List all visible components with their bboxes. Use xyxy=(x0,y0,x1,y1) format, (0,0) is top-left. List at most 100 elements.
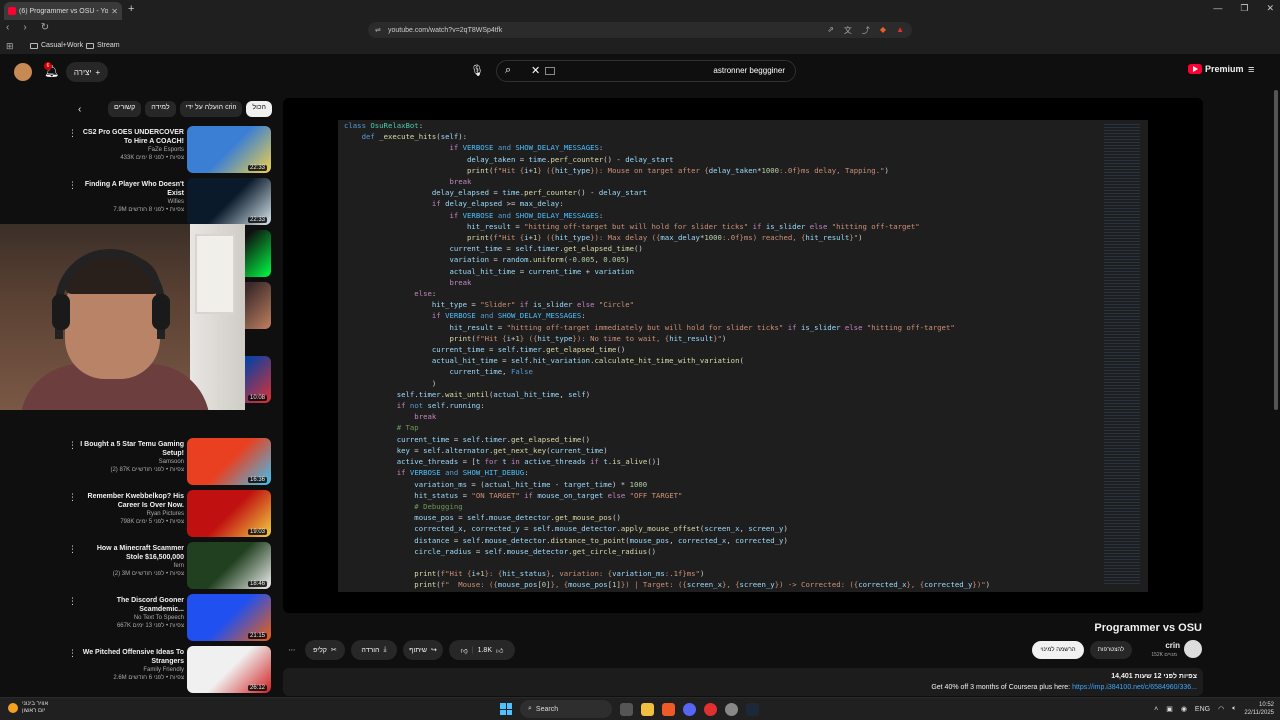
share-icon[interactable]: ⤴ xyxy=(862,25,870,36)
browser-tab[interactable]: (6) Programmer vs OSU - You ✕ xyxy=(4,2,122,20)
maximize-icon[interactable]: ❐ xyxy=(1240,3,1248,14)
clip-button[interactable]: קליפ ✂ xyxy=(305,640,345,660)
recommendation-item[interactable]: 26:12 ⋮ We Pitched Offensive Ideas To Stra… xyxy=(60,642,275,693)
recommendation-item[interactable]: 19:03 ⋮ Remember Kwebbelkop? His Career Is… xyxy=(60,486,275,537)
clock[interactable]: 10:52 22/11/2025 xyxy=(1244,701,1274,717)
shield-icon[interactable]: ◆ xyxy=(880,25,886,36)
search-input[interactable]: astronner beggginer xyxy=(713,66,785,75)
video-thumbnail[interactable]: 21:15 xyxy=(187,594,271,641)
more-options-icon[interactable]: ⋮ xyxy=(68,440,77,451)
avatar[interactable] xyxy=(14,63,32,81)
warning-icon[interactable]: ▲ xyxy=(896,25,904,36)
more-options-icon[interactable]: ⋮ xyxy=(68,648,77,659)
steam-icon[interactable] xyxy=(746,702,759,716)
bookmark-folder-casual[interactable]: Casual+Work xyxy=(30,42,83,49)
create-button[interactable]: יצירה + xyxy=(66,62,108,82)
recommendation-item[interactable]: 22:33 ⋮ Finding A Player Who Doesn't Exist… xyxy=(60,174,275,225)
video-thumbnail[interactable]: 19:03 xyxy=(187,490,271,537)
channel-name: FaZe Esports xyxy=(147,147,184,153)
more-options-icon[interactable]: ⋮ xyxy=(68,596,77,607)
dislike-icon[interactable]: 👎︎ xyxy=(461,646,468,655)
chip-all[interactable]: הכול xyxy=(246,101,272,117)
more-options-icon[interactable]: ⋮ xyxy=(68,180,77,191)
close-window-icon[interactable]: ✕ xyxy=(1266,3,1274,14)
video-thumbnail[interactable]: 18:46 xyxy=(187,542,271,589)
taskbar-search[interactable]: ⌕ Search xyxy=(520,700,612,718)
speaker-icon[interactable]: 🔈︎ xyxy=(1232,705,1236,713)
close-tab-icon[interactable]: ✕ xyxy=(111,7,118,16)
chip-from-channel[interactable]: הועלה על ידי crin xyxy=(179,101,243,117)
search-box[interactable]: ⌕ ✕ astronner beggginer xyxy=(496,60,796,82)
translate-icon[interactable]: 文 xyxy=(844,25,852,36)
more-options-icon[interactable]: ⋮ xyxy=(68,544,77,555)
file-explorer-icon[interactable] xyxy=(641,702,654,716)
webcam-overlay xyxy=(0,224,245,410)
youtube-header: 🔔︎ 6 יצירה + 🎙︎ ⌕ ✕ astronner beggginer … xyxy=(0,54,1280,90)
download-button[interactable]: הורדה ⤓ xyxy=(351,640,397,660)
tray-chevron-icon[interactable]: ˄ xyxy=(1154,706,1158,713)
clear-icon[interactable]: ✕ xyxy=(531,64,540,77)
recommendation-item[interactable]: 21:15 ⋮ The Discord Gooner Scamdemic... No … xyxy=(60,590,275,641)
video-meta: 2.6M צפיות • לפני 6 חודשים xyxy=(113,675,184,681)
description-box[interactable]: 14,401 צפיות לפני 12 שעות Get 40% off 3 … xyxy=(283,668,1203,696)
task-view-icon[interactable] xyxy=(620,702,633,716)
description-link[interactable]: https://imp.i384100.net/c/6584960/336... xyxy=(1072,684,1197,691)
youtube-favicon-icon xyxy=(8,7,16,15)
search-icon[interactable]: ⌕ xyxy=(505,64,511,77)
video-thumbnail[interactable]: 26:12 xyxy=(187,646,271,693)
url-actions: ⇗ 文 ⤴ ◆ ▲ xyxy=(827,25,904,36)
more-actions-button[interactable]: ⋯ xyxy=(283,640,301,660)
chip-learning[interactable]: למידה xyxy=(145,101,176,117)
chip-related[interactable]: קשורים xyxy=(108,101,142,117)
video-player[interactable]: class OsuRelaxBot: def _execute_hits(sel… xyxy=(283,98,1203,613)
minimize-icon[interactable]: — xyxy=(1213,3,1222,14)
video-title: Finding A Player Who Doesn't Exist xyxy=(84,181,184,197)
share-button[interactable]: שיתוף ↪ xyxy=(403,640,443,660)
site-info-icon[interactable]: ⇌ xyxy=(375,26,381,34)
lang-indicator[interactable]: ENG xyxy=(1195,706,1210,713)
like-icon[interactable]: 👍︎ xyxy=(496,646,503,655)
app-icon[interactable] xyxy=(704,702,717,716)
windows-taskbar: אוויר בינוני יום ראשון ⌕ Search ˄ ▣ ◉ ENG … xyxy=(0,697,1280,720)
bookmark-folder-stream[interactable]: Stream xyxy=(86,42,120,49)
join-button[interactable]: להצטרפות xyxy=(1090,641,1132,659)
url-text: youtube.com/watch?v=2qT8WSp4tfk xyxy=(388,26,503,34)
tray-app-icon[interactable]: ◉ xyxy=(1181,705,1187,713)
forward-icon[interactable]: › xyxy=(23,22,26,33)
video-thumbnail[interactable]: 16:36 xyxy=(187,438,271,485)
page-scrollbar[interactable] xyxy=(1274,90,1278,410)
video-thumbnail[interactable]: 22:33 xyxy=(187,178,271,225)
discord-icon[interactable] xyxy=(683,702,696,716)
guide-menu-icon[interactable]: ≡ xyxy=(1248,64,1254,76)
reload-icon[interactable]: ↻ xyxy=(41,22,49,33)
new-tab-icon[interactable]: + xyxy=(128,3,134,15)
recommendation-item[interactable]: 22:33 ⋮ CS2 Pro GOES UNDERCOVER To Hire A … xyxy=(60,122,275,173)
window-controls: — ❐ ✕ xyxy=(1213,3,1274,14)
channel-avatar[interactable] xyxy=(1184,640,1202,658)
brave-browser-icon[interactable] xyxy=(662,702,675,716)
video-thumbnail[interactable]: 22:33 xyxy=(187,126,271,173)
more-options-icon[interactable]: ⋮ xyxy=(68,128,77,139)
apps-icon[interactable]: ⊞ xyxy=(6,41,14,52)
more-options-icon[interactable]: ⋮ xyxy=(68,492,77,503)
browser-titlebar: (6) Programmer vs OSU - You ✕ + — ❐ ✕ xyxy=(0,0,1280,20)
back-icon[interactable]: ‹ xyxy=(6,22,9,33)
folder-icon xyxy=(86,42,94,49)
open-app-icon[interactable]: ⇗ xyxy=(827,25,834,36)
youtube-premium-logo[interactable]: Premium xyxy=(1188,64,1244,74)
tray-app-icon[interactable]: ▣ xyxy=(1166,705,1173,713)
channel-name[interactable]: crin xyxy=(1140,641,1180,650)
weather-widget[interactable]: אוויר בינוני יום ראשון xyxy=(8,701,48,715)
recommendation-item[interactable]: 16:36 ⋮ I Bought a 5 Star Temu Gaming Setu… xyxy=(60,434,275,485)
wifi-icon[interactable]: ◠ xyxy=(1218,705,1224,713)
mic-icon[interactable]: 🎙︎ xyxy=(470,64,484,77)
keyboard-icon[interactable] xyxy=(545,67,555,75)
weather-icon xyxy=(8,703,18,713)
channel-name: Ryan Pictures xyxy=(146,511,184,517)
channel-name: fern xyxy=(173,563,184,569)
recommendation-item[interactable]: 18:46 ⋮ How a Minecraft Scammer Stole $16,… xyxy=(60,538,275,589)
url-field[interactable]: ⇌ youtube.com/watch?v=2qT8WSp4tfk ⇗ 文 ⤴ … xyxy=(368,22,912,38)
windows-start-icon[interactable] xyxy=(500,703,512,715)
obs-icon[interactable] xyxy=(725,702,738,716)
subscribe-button[interactable]: הרשמה למינוי xyxy=(1032,641,1084,659)
